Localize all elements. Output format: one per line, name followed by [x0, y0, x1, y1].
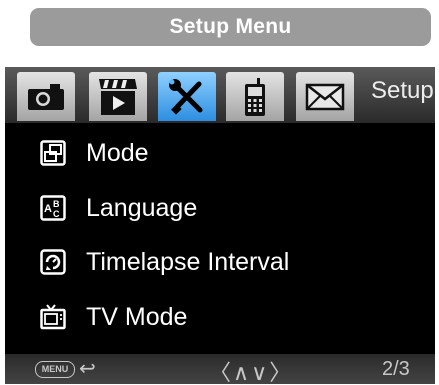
menu-item-timelapse-interval[interactable]: Timelapse Interval: [29, 235, 411, 289]
menu-item-label: Language: [86, 193, 198, 222]
tv-icon: [40, 304, 66, 330]
tab-message[interactable]: [296, 72, 354, 121]
cellular-phone-icon: [245, 77, 265, 116]
camera-screen: Setup Mode A B C Language Timelapse Inte…: [5, 67, 435, 384]
menu-item-label: Mode: [86, 138, 149, 167]
envelope-icon: [305, 83, 345, 110]
mode-icon: [40, 140, 66, 166]
page-title: Setup Menu: [169, 15, 292, 38]
tab-cellular[interactable]: [226, 72, 284, 121]
title-bar: Setup Menu: [30, 8, 431, 46]
menu-item-label: TV Mode: [86, 302, 188, 331]
active-tab-label: Setup: [371, 77, 434, 104]
settings-menu: Mode A B C Language Timelapse Interval T…: [29, 123, 411, 347]
camera-icon: [28, 83, 64, 110]
status-bar: MENU ↩ 〈∧∨〉 2/3: [5, 354, 435, 384]
menu-item-language[interactable]: A B C Language: [29, 181, 411, 235]
svg-text:C: C: [53, 209, 60, 219]
menu-item-mode[interactable]: Mode: [29, 126, 411, 180]
language-icon: A B C: [40, 195, 66, 221]
video-icon: [99, 78, 137, 115]
menu-button[interactable]: MENU: [35, 361, 75, 378]
back-icon[interactable]: ↩: [79, 356, 96, 381]
timelapse-icon: [40, 249, 66, 275]
svg-text:B: B: [53, 199, 60, 209]
tab-video[interactable]: [89, 72, 147, 121]
navigation-arrows[interactable]: 〈∧∨〉: [209, 355, 293, 384]
tab-photo[interactable]: [17, 72, 75, 121]
menu-item-label: Timelapse Interval: [86, 247, 290, 276]
svg-text:A: A: [44, 203, 52, 215]
page-indicator: 2/3: [382, 358, 410, 380]
wrench-screwdriver-icon: [169, 78, 203, 115]
tab-setup[interactable]: [158, 72, 216, 121]
menu-item-tv-mode[interactable]: TV Mode: [29, 290, 411, 344]
tab-bar: Setup: [5, 67, 435, 123]
